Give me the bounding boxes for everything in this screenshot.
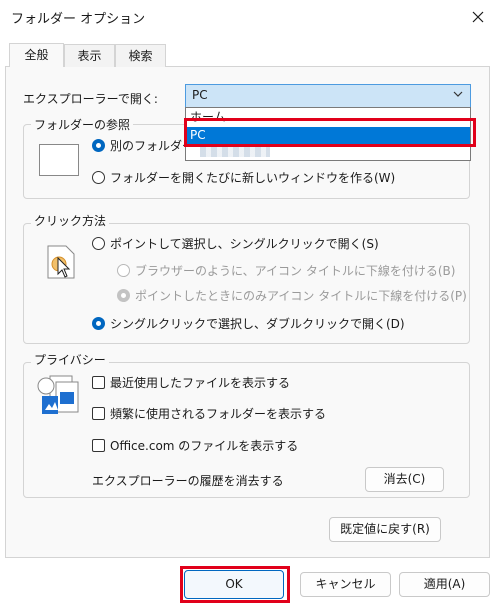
radio-single-click-label: ポイントして選択し、シングルクリックで開く(S) <box>110 237 379 251</box>
close-icon <box>472 11 484 23</box>
radio-double-click[interactable] <box>92 317 105 330</box>
highlight-frame-ok <box>180 566 290 603</box>
browse-folders-title: フォルダーの参照 <box>31 116 134 133</box>
radio-separate-folder[interactable] <box>92 139 105 152</box>
checkbox-frequent-folders[interactable] <box>92 407 105 420</box>
blurred-option <box>200 146 270 157</box>
cancel-button[interactable]: キャンセル <box>300 572 391 597</box>
radio-single-click[interactable] <box>92 237 105 250</box>
privacy-title: プライバシー <box>31 351 109 368</box>
radio-underline-browser[interactable] <box>117 264 130 277</box>
tab-general[interactable]: 全般 <box>9 43 64 67</box>
chevron-down-icon <box>453 91 463 97</box>
restore-defaults-button[interactable]: 既定値に戻す(R) <box>329 517 441 542</box>
window-preview-icon <box>39 144 79 176</box>
radio-double-click-label: シングルクリックで選択し、ダブルクリックで開く(D) <box>110 317 405 331</box>
radio-new-window[interactable] <box>92 171 105 184</box>
click-method-title: クリック方法 <box>31 212 110 229</box>
radio-new-window-label: フォルダーを開くたびに新しいウィンドウを作る(W) <box>110 171 396 185</box>
radio-separate-folder-label: 別のフォルダー <box>110 139 195 153</box>
click-cursor-icon <box>47 245 75 279</box>
radio-underline-point[interactable] <box>117 289 130 302</box>
checkbox-office-files[interactable] <box>92 439 105 452</box>
highlight-frame-pc <box>184 118 476 147</box>
open-explorer-select-value: PC <box>192 88 208 102</box>
clear-history-label: エクスプローラーの履歴を消去する <box>92 474 284 488</box>
checkbox-frequent-folders-label: 頻繁に使用されるフォルダーを表示する <box>110 407 327 421</box>
checkbox-recent-files-label: 最近使用したファイルを表示する <box>110 376 291 390</box>
open-explorer-select[interactable]: PC <box>185 84 471 108</box>
checkbox-recent-files[interactable] <box>92 376 105 389</box>
apply-button[interactable]: 適用(A) <box>399 572 490 597</box>
checkbox-office-files-label: Office.com のファイルを表示する <box>110 439 299 453</box>
privacy-documents-icon <box>37 375 79 414</box>
tab-search[interactable]: 検索 <box>115 44 166 67</box>
close-button[interactable] <box>456 0 500 34</box>
window-title: フォルダー オプション <box>11 12 146 27</box>
clear-history-button[interactable]: 消去(C) <box>365 467 444 492</box>
tab-view[interactable]: 表示 <box>64 44 115 67</box>
radio-underline-browser-label: ブラウザーのように、アイコン タイトルに下線を付ける(B) <box>135 264 456 278</box>
radio-underline-point-label: ポイントしたときにのみアイコン タイトルに下線を付ける(P) <box>135 289 467 303</box>
open-explorer-label: エクスプローラーで開く: <box>23 92 158 106</box>
